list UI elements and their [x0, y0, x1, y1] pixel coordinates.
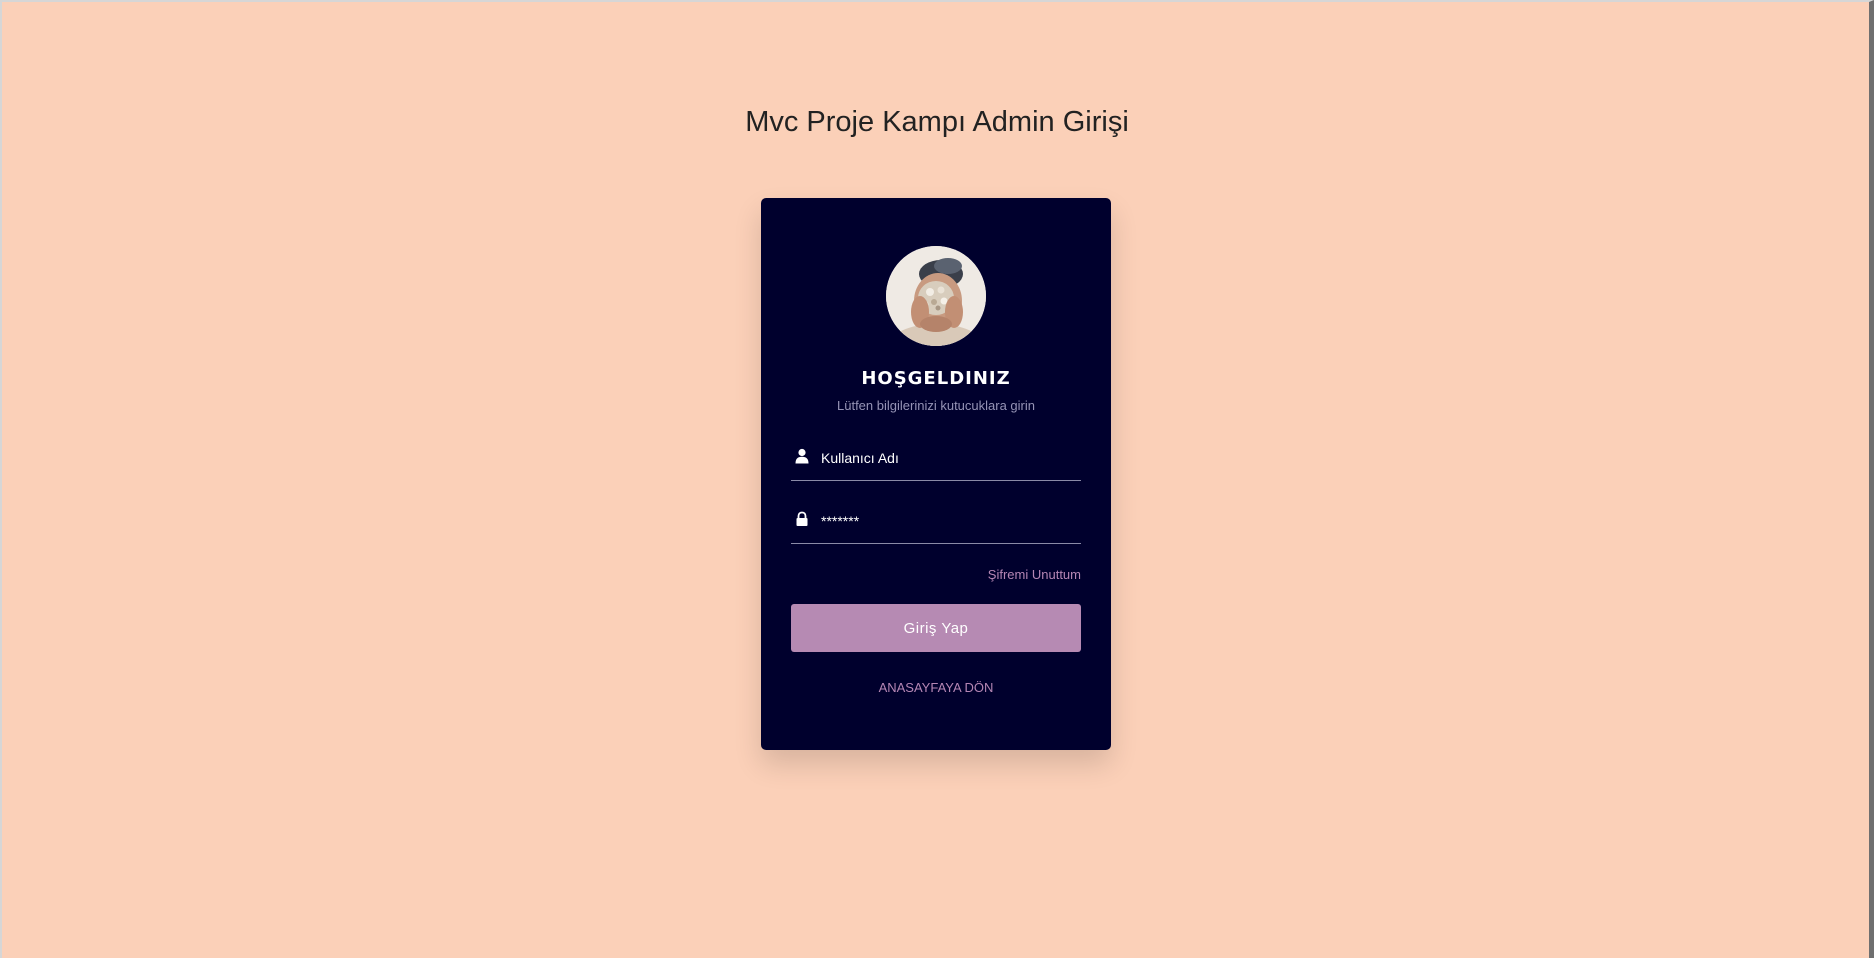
lock-icon [794, 511, 810, 527]
login-button[interactable]: Giriş Yap [791, 604, 1081, 652]
welcome-title: HOŞGELDINIZ [861, 368, 1011, 389]
user-icon [794, 448, 810, 464]
username-input[interactable] [821, 438, 1079, 478]
home-link[interactable]: ANASAYFAYA DÖN [761, 680, 1111, 695]
welcome-subtitle: Lütfen bilgilerinizi kutucuklara girin [837, 398, 1035, 413]
password-input[interactable] [821, 501, 1079, 541]
page-title: Mvc Proje Kampı Admin Girişi [745, 106, 1129, 138]
login-card: HOŞGELDINIZ Lütfen bilgilerinizi kutucuk… [761, 198, 1111, 750]
username-field [791, 438, 1081, 481]
forgot-password-link[interactable]: Şifremi Unuttum [988, 567, 1081, 582]
avatar [886, 246, 986, 346]
avatar-image [886, 246, 986, 346]
password-field [791, 501, 1081, 544]
